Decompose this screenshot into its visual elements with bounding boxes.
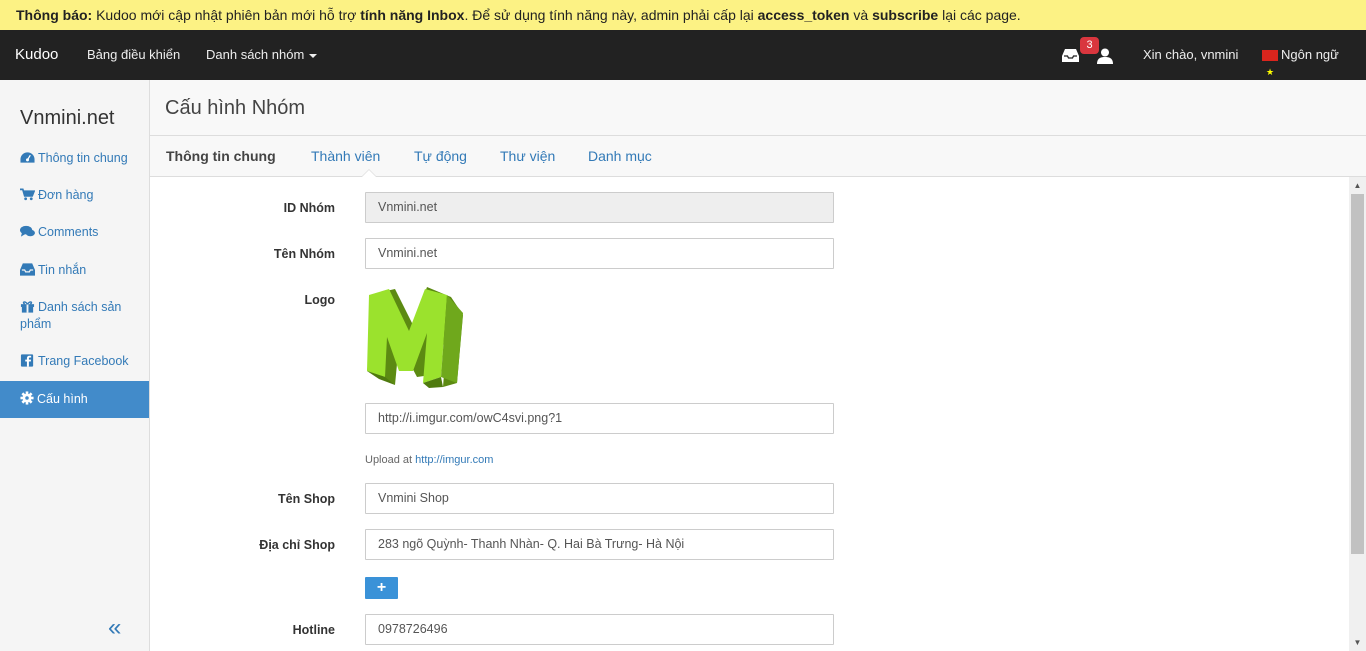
sidebar-item-label: Thông tin chung	[38, 151, 128, 165]
active-tab-indicator	[361, 169, 377, 177]
notice-text-4: lại các page.	[938, 7, 1021, 23]
top-navbar: Kudoo Bảng điều khiển Danh sách nhóm 3 X…	[0, 30, 1366, 97]
notice-bar: Thông báo: Kudoo mới cập nhật phiên bản …	[0, 0, 1366, 30]
shop-address-label: Địa chỉ Shop	[259, 538, 335, 552]
logo-url-field[interactable]: http://i.imgur.com/owC4svi.png?1	[365, 403, 834, 434]
logo-image	[367, 287, 463, 388]
nav-groups-dropdown[interactable]: Danh sách nhóm	[206, 30, 318, 80]
scroll-thumb[interactable]	[1351, 194, 1364, 554]
notice-feature: tính năng Inbox	[360, 7, 465, 23]
language-label: Ngôn ngữ	[1281, 47, 1339, 62]
tab-members[interactable]: Thành viên	[311, 148, 380, 164]
group-name-label: Tên Nhóm	[273, 247, 335, 261]
nav-groups-label: Danh sách nhóm	[206, 47, 305, 62]
notice-text-3: và	[849, 7, 873, 23]
sidebar-item-label: Cấu hình	[37, 392, 88, 406]
upload-help: Upload at http://imgur.com	[365, 454, 493, 466]
brand-link[interactable]: Kudoo	[15, 30, 58, 80]
add-address-button[interactable]: +	[365, 577, 398, 599]
sidebar: Vnmini.net Thông tin chung Đơn hàng Comm…	[0, 80, 150, 651]
sidebar-item-messages[interactable]: Tin nhắn	[0, 262, 149, 279]
imgur-link[interactable]: http://imgur.com	[415, 454, 493, 466]
tab-general[interactable]: Thông tin chung	[166, 148, 276, 164]
upload-help-text: Upload at	[365, 454, 416, 466]
shop-name-field[interactable]: Vnmini Shop	[365, 483, 834, 514]
collapse-sidebar-icon[interactable]: «	[108, 616, 121, 640]
page-scrollbar[interactable]: ▲ ▼	[1349, 177, 1366, 651]
shop-address-field[interactable]: 283 ngõ Quỳnh- Thanh Nhàn- Q. Hai Bà Trư…	[365, 529, 834, 560]
facebook-icon	[20, 354, 34, 367]
hotline-field[interactable]: 0978726496	[365, 614, 834, 645]
cart-icon	[20, 188, 35, 201]
sidebar-item-label: Danh sách sản phẩm	[20, 300, 122, 331]
gear-icon	[20, 391, 34, 405]
group-id-label: ID Nhóm	[283, 201, 335, 215]
vietnam-flag-icon	[1262, 47, 1278, 97]
language-selector[interactable]: Ngôn ngữ	[1262, 30, 1339, 97]
comments-icon	[20, 225, 35, 237]
sidebar-item-info[interactable]: Thông tin chung	[0, 150, 149, 167]
scroll-down-arrow-icon[interactable]: ▼	[1349, 634, 1366, 651]
settings-form: ID Nhóm Vnmini.net Tên Nhóm Vnmini.net L…	[150, 177, 1349, 651]
notice-prefix: Thông báo:	[16, 7, 93, 23]
notice-text-2: . Để sử dụng tính năng này, admin phải c…	[464, 7, 758, 23]
sidebar-item-label: Tin nhắn	[38, 263, 87, 277]
sidebar-title: Vnmini.net	[20, 107, 115, 129]
logo-label: Logo	[304, 293, 335, 307]
user-icon[interactable]	[1097, 48, 1113, 64]
gift-icon	[20, 301, 35, 313]
tab-bar: Thông tin chung Thành viên Tự động Thư v…	[150, 136, 1366, 177]
user-greeting[interactable]: Xin chào, vnmini	[1143, 30, 1238, 80]
tab-library[interactable]: Thư viện	[500, 148, 555, 164]
nav-dashboard-link[interactable]: Bảng điều khiển	[87, 30, 180, 80]
sidebar-item-products[interactable]: Danh sách sản phẩm	[0, 299, 149, 333]
sidebar-item-label: Trang Facebook	[38, 354, 129, 368]
sidebar-item-label: Đơn hàng	[38, 188, 94, 202]
hotline-label: Hotline	[292, 623, 335, 637]
notice-subscribe: subscribe	[872, 7, 939, 23]
shop-name-label: Tên Shop	[278, 492, 335, 506]
group-id-field: Vnmini.net	[365, 192, 834, 223]
dashboard-icon	[20, 152, 35, 163]
sidebar-item-settings[interactable]: Cấu hình	[0, 381, 149, 418]
inbox-icon[interactable]	[1062, 49, 1079, 62]
sidebar-item-orders[interactable]: Đơn hàng	[0, 187, 149, 204]
caret-down-icon	[309, 53, 318, 58]
tab-categories[interactable]: Danh mục	[588, 148, 652, 164]
sidebar-item-facebook[interactable]: Trang Facebook	[0, 353, 149, 370]
sidebar-item-label: Comments	[38, 225, 99, 239]
group-name-field[interactable]: Vnmini.net	[365, 238, 834, 269]
notice-text-1: Kudoo mới cập nhật phiên bản mới hỗ trợ	[92, 7, 361, 23]
sidebar-item-comments[interactable]: Comments	[0, 224, 149, 241]
notice-token: access_token	[757, 7, 850, 23]
tab-automation[interactable]: Tự động	[414, 148, 467, 164]
inbox-icon	[20, 263, 35, 276]
page-title: Cấu hình Nhóm	[165, 97, 306, 119]
scroll-up-arrow-icon[interactable]: ▲	[1349, 177, 1366, 194]
page-header: Cấu hình Nhóm	[150, 80, 1366, 136]
